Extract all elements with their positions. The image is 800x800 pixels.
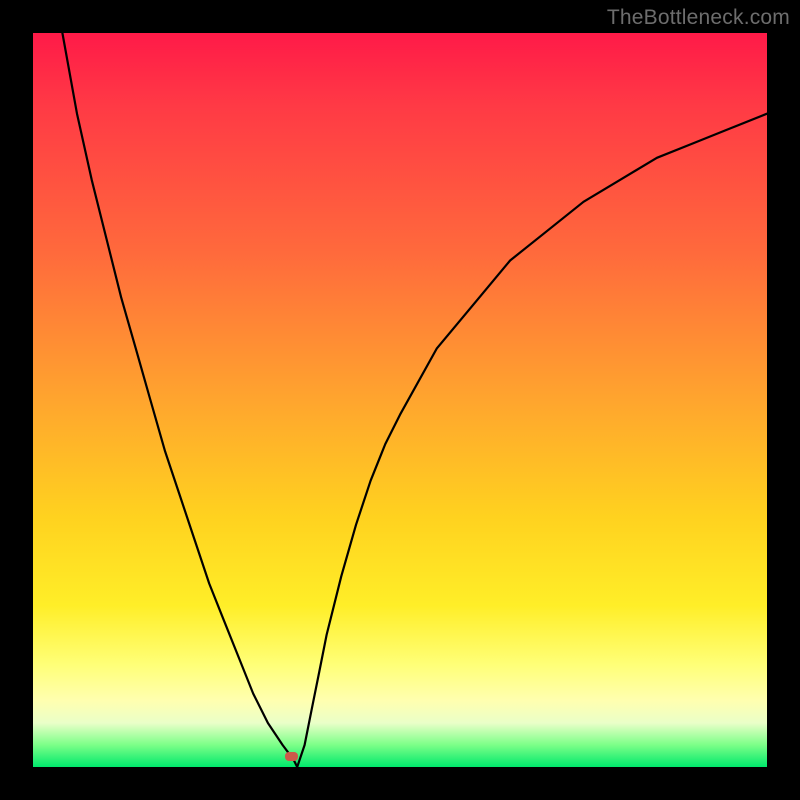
min-point-marker [285,752,298,761]
watermark-text: TheBottleneck.com [607,6,790,30]
bottleneck-curve [33,33,767,767]
outer-frame: TheBottleneck.com [0,0,800,800]
plot-area [33,33,767,767]
